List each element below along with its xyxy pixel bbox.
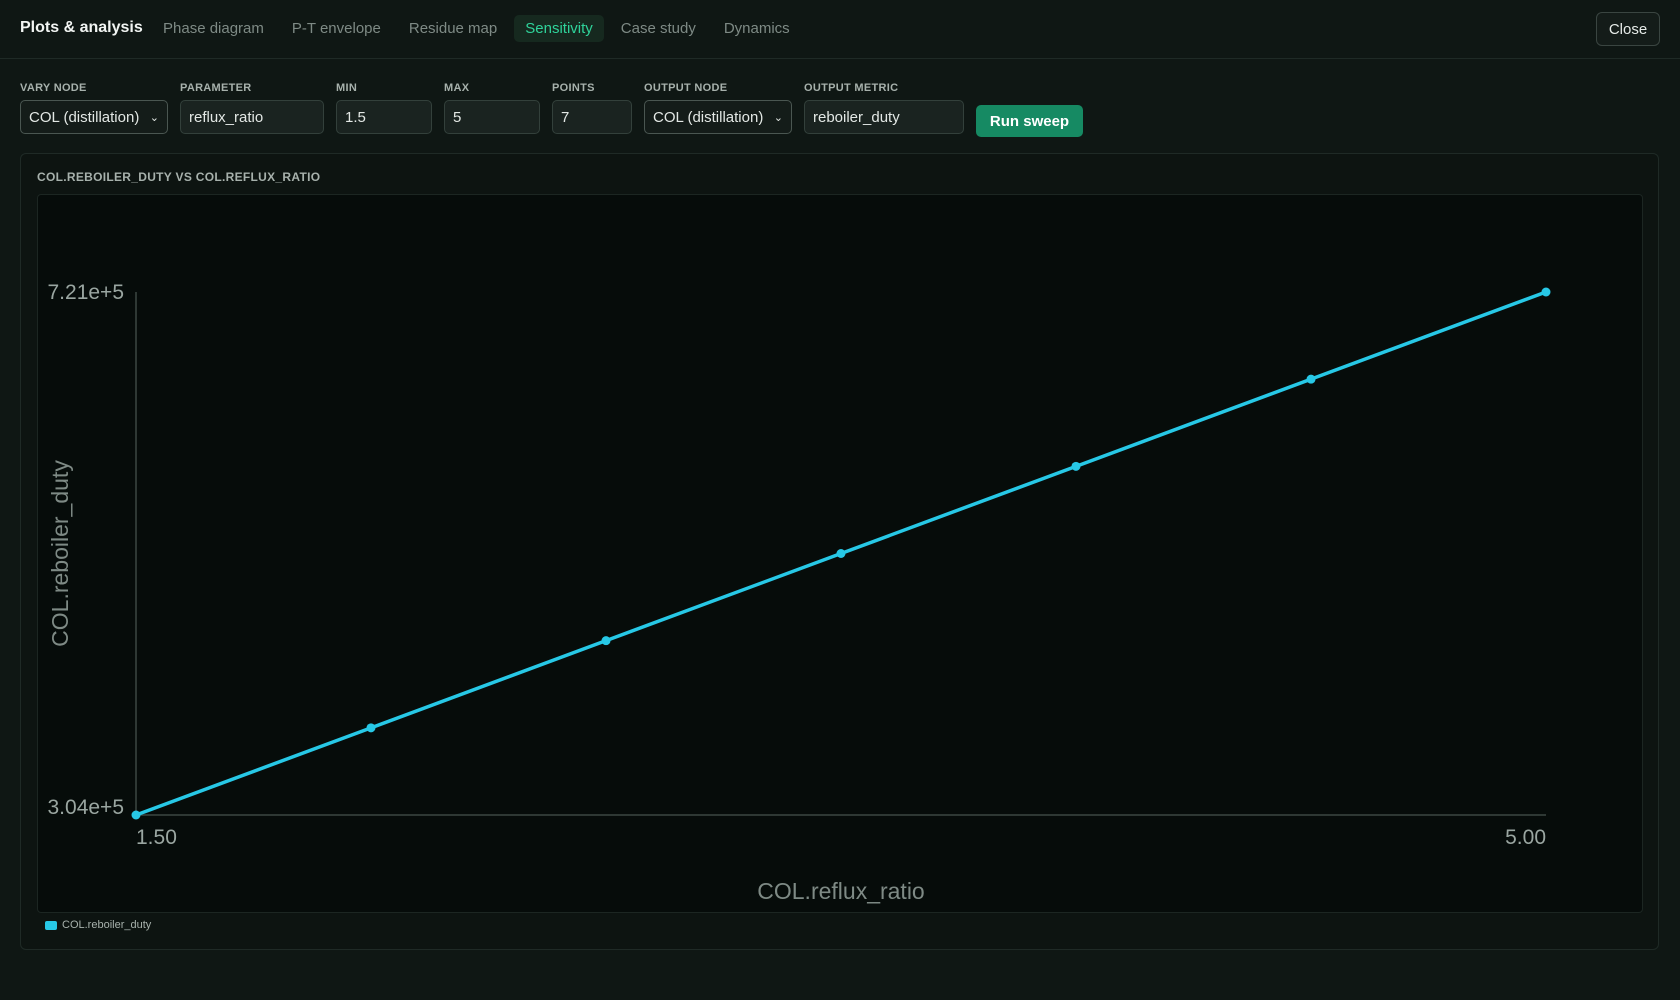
- points-label: POINTS: [552, 82, 595, 94]
- vary-node-label: VARY NODE: [20, 82, 87, 94]
- parameter-input[interactable]: reflux_ratio: [180, 100, 324, 134]
- series-layer: [131, 287, 1551, 820]
- tab-sensitivity[interactable]: Sensitivity: [514, 15, 604, 42]
- parameter-control: PARAMETER reflux_ratio: [180, 82, 324, 134]
- tab-residue-map[interactable]: Residue map: [398, 15, 508, 42]
- min-control: MIN 1.5: [336, 82, 432, 134]
- x-tick-label-max: 5.00: [1505, 826, 1546, 849]
- output-metric-control: OUTPUT METRIC reboiler_duty: [804, 82, 964, 134]
- output-metric-label: OUTPUT METRIC: [804, 82, 899, 94]
- output-node-value: COL (distillation): [653, 108, 764, 126]
- y-tick-label-min: 3.04e+5: [48, 796, 125, 819]
- data-point: [1306, 374, 1316, 384]
- chart-panel: COL.REBOILER_DUTY VS COL.REFLUX_RATIO 7.…: [20, 153, 1659, 950]
- min-input[interactable]: 1.5: [336, 100, 432, 134]
- y-tick-label-max: 7.21e+5: [48, 281, 125, 304]
- tab-phase-diagram[interactable]: Phase diagram: [152, 15, 275, 42]
- points-control: POINTS 7: [552, 82, 632, 134]
- parameter-label: PARAMETER: [180, 82, 252, 94]
- top-bar: Plots & analysis Phase diagram P-T envel…: [0, 0, 1680, 59]
- vary-node-select[interactable]: COL (distillation) ⌄: [20, 100, 168, 134]
- data-point: [1541, 287, 1551, 297]
- line-chart: 7.21e+5 3.04e+5 1.50 5.00 COL.reflux_rat…: [47, 281, 1551, 904]
- output-node-control: OUTPUT NODE COL (distillation) ⌄: [644, 82, 792, 134]
- chevron-down-icon: ⌄: [149, 111, 159, 124]
- chart-title: COL.REBOILER_DUTY VS COL.REFLUX_RATIO: [37, 170, 321, 184]
- vary-node-value: COL (distillation): [29, 108, 140, 126]
- x-axis-label: COL.reflux_ratio: [757, 878, 924, 904]
- points-input[interactable]: 7: [552, 100, 632, 134]
- output-metric-input[interactable]: reboiler_duty: [804, 100, 964, 134]
- max-label: MAX: [444, 82, 470, 94]
- data-point: [366, 723, 376, 733]
- data-point: [1071, 461, 1081, 471]
- min-label: MIN: [336, 82, 358, 94]
- run-sweep-button[interactable]: Run sweep: [976, 105, 1083, 137]
- vary-node-control: VARY NODE COL (distillation) ⌄: [20, 82, 168, 134]
- data-point: [601, 636, 611, 646]
- tab-pt-envelope[interactable]: P-T envelope: [281, 15, 392, 42]
- y-axis-label: COL.reboiler_duty: [47, 460, 73, 647]
- output-node-select[interactable]: COL (distillation) ⌄: [644, 100, 792, 134]
- tab-case-study[interactable]: Case study: [610, 15, 707, 42]
- tab-bar: Phase diagram P-T envelope Residue map S…: [152, 15, 807, 42]
- app-title: Plots & analysis: [20, 19, 143, 36]
- chevron-down-icon: ⌄: [773, 111, 783, 124]
- x-tick-label-min: 1.50: [136, 826, 177, 849]
- legend-label: COL.reboiler_duty: [62, 919, 152, 931]
- max-input[interactable]: 5: [444, 100, 540, 134]
- plot-frame: 7.21e+5 3.04e+5 1.50 5.00 COL.reflux_rat…: [37, 194, 1643, 913]
- data-point: [836, 549, 846, 558]
- max-control: MAX 5: [444, 82, 540, 134]
- output-node-label: OUTPUT NODE: [644, 82, 728, 94]
- data-point: [131, 810, 141, 820]
- tab-dynamics[interactable]: Dynamics: [713, 15, 801, 42]
- legend-swatch: [45, 920, 57, 930]
- close-button[interactable]: Close: [1596, 12, 1660, 46]
- chart-legend: COL.reboiler_duty: [45, 919, 151, 931]
